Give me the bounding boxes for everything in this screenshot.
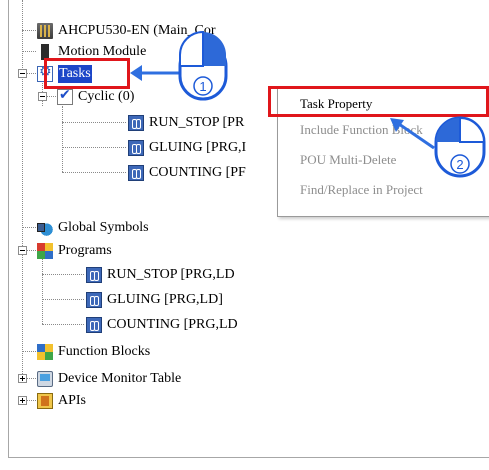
tree-connector xyxy=(22,227,36,228)
program-icon xyxy=(86,266,102,283)
tree-connector xyxy=(22,351,36,352)
tree-connector xyxy=(47,96,56,97)
programs-icon xyxy=(37,242,53,259)
tree-connector xyxy=(27,250,36,251)
tree-item-global-symbols[interactable]: Global Symbols xyxy=(37,218,149,237)
tree-item-label: Global Symbols xyxy=(58,219,149,235)
tree-item-label: APIs xyxy=(58,392,87,408)
step-2-annotation: 2 xyxy=(390,116,486,178)
cpu-icon xyxy=(37,22,53,39)
tree-item-label: Function Blocks xyxy=(58,343,151,359)
program-icon xyxy=(128,139,144,156)
tree-item-function-blocks[interactable]: Function Blocks xyxy=(37,342,150,361)
tree-item-program-counting[interactable]: COUNTING [PRG,LD xyxy=(86,315,238,334)
step-2-label: 2 xyxy=(456,157,463,172)
tree-item-label: Cyclic (0) xyxy=(78,88,135,104)
tree-item-program-run-stop[interactable]: RUN_STOP [PRG,LD xyxy=(86,265,235,284)
tree-connector xyxy=(62,172,126,173)
tree-item-label: COUNTING [PF xyxy=(149,164,246,180)
tree-item-label: COUNTING [PRG,LD xyxy=(107,316,238,332)
tree-connector xyxy=(62,147,126,148)
project-tree-panel: AHCPU530-EN (Main_Cor Motion Module Task… xyxy=(0,0,489,470)
collapse-cyclic-button[interactable] xyxy=(38,92,47,101)
arrow-line xyxy=(395,120,435,150)
mouse-icon: 1 xyxy=(178,30,228,101)
program-icon xyxy=(128,114,144,131)
global-symbols-icon xyxy=(37,219,53,236)
function-blocks-icon xyxy=(37,343,53,360)
tree-item-label: Programs xyxy=(58,242,112,258)
tree-item-task-counting[interactable]: COUNTING [PF xyxy=(128,163,246,182)
tree-item-task-run-stop[interactable]: RUN_STOP [PR xyxy=(128,113,244,132)
tree-item-device-monitor-table[interactable]: Device Monitor Table xyxy=(37,369,181,388)
tree-connector xyxy=(22,30,36,31)
tree-item-label: Device Monitor Table xyxy=(58,370,182,386)
arrow-head-icon xyxy=(130,65,142,81)
tree-connector xyxy=(27,378,36,379)
tree-item-program-gluing[interactable]: GLUING [PRG,LD] xyxy=(86,290,223,309)
tree-connector xyxy=(27,400,36,401)
tree-connector xyxy=(42,299,84,300)
tree-item-label: GLUING [PRG,I xyxy=(149,139,247,155)
tree-item-label: GLUING [PRG,LD] xyxy=(107,291,223,307)
mouse-icon: 2 xyxy=(434,116,486,178)
menu-item-pou-multi-delete[interactable]: POU Multi-Delete xyxy=(300,149,396,171)
expand-apis-button[interactable] xyxy=(18,396,27,405)
device-monitor-icon xyxy=(37,370,53,387)
tree-item-apis[interactable]: APIs xyxy=(37,391,86,410)
program-icon xyxy=(86,316,102,333)
tree-border-bottom xyxy=(8,457,489,458)
tree-connector xyxy=(22,0,23,378)
collapse-tasks-button[interactable] xyxy=(18,69,27,78)
tree-item-task-gluing[interactable]: GLUING [PRG,I xyxy=(128,138,246,157)
tree-connector xyxy=(22,51,36,52)
program-icon xyxy=(86,291,102,308)
expand-device-monitor-button[interactable] xyxy=(18,374,27,383)
step-1-annotation: 1 xyxy=(130,30,228,101)
step-1-label: 1 xyxy=(199,79,206,94)
checkbox-icon xyxy=(57,87,73,105)
tasks-highlight-box xyxy=(44,58,130,89)
tree-connector xyxy=(42,274,84,275)
tree-item-programs[interactable]: Programs xyxy=(37,241,112,260)
collapse-programs-button[interactable] xyxy=(18,246,27,255)
tree-item-label: RUN_STOP [PR xyxy=(149,114,245,130)
tree-connector xyxy=(62,122,126,123)
tree-connector xyxy=(42,258,43,324)
tree-connector xyxy=(42,324,84,325)
program-icon xyxy=(128,164,144,181)
tree-item-cyclic[interactable]: Cyclic (0) xyxy=(57,87,134,106)
tree-connector xyxy=(27,73,36,74)
tree-connector xyxy=(62,106,63,172)
tree-item-label: RUN_STOP [PRG,LD xyxy=(107,266,235,282)
tree-border xyxy=(8,0,9,458)
apis-icon xyxy=(37,392,53,409)
